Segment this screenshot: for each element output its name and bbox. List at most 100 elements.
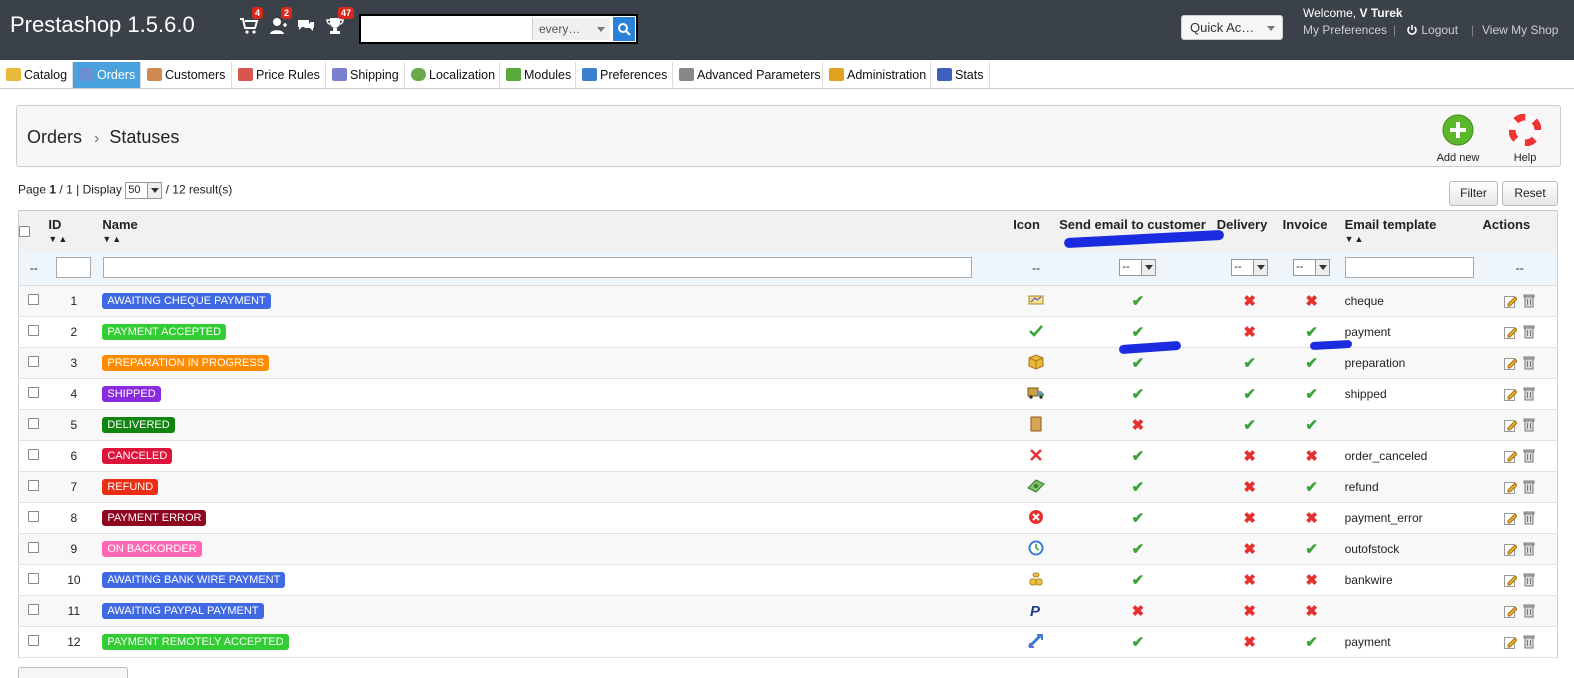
filter-delivery-select[interactable]: --: [1231, 259, 1269, 277]
edit-icon[interactable]: [1503, 542, 1518, 557]
row-checkbox[interactable]: [28, 418, 40, 429]
row-checkbox[interactable]: [28, 635, 40, 646]
filter-id-input[interactable]: [56, 257, 92, 279]
reset-button[interactable]: Reset: [1502, 181, 1558, 206]
delete-icon[interactable]: [1523, 294, 1536, 308]
delete-icon[interactable]: [1523, 418, 1536, 432]
row-checkbox[interactable]: [28, 542, 40, 553]
delete-icon[interactable]: [1523, 356, 1536, 370]
row-delivery[interactable]: ✖: [1216, 471, 1283, 503]
edit-icon[interactable]: [1503, 418, 1518, 433]
delete-icon[interactable]: [1523, 542, 1536, 556]
table-row[interactable]: 5 DELIVERED ✖ ✔ ✔: [18, 409, 1558, 441]
row-delivery[interactable]: ✖: [1216, 316, 1283, 348]
table-row[interactable]: 6 CANCELED ✔ ✖ ✖ order_canceled: [18, 440, 1558, 472]
orders-notification[interactable]: 4: [239, 7, 264, 38]
tab-advanced-parameters[interactable]: Advanced Parameters: [673, 62, 823, 88]
sort-arrows[interactable]: ▼▲: [102, 234, 1013, 244]
row-send-email[interactable]: ✔: [1059, 471, 1217, 503]
table-row[interactable]: 7 REFUND ✔ ✖ ✔ refund: [18, 471, 1558, 503]
row-delivery[interactable]: ✔: [1216, 347, 1283, 379]
edit-icon[interactable]: [1503, 480, 1518, 495]
table-row[interactable]: 9 ON BACKORDER ✔ ✖ ✔ outofstock: [18, 533, 1558, 565]
filter-name-input[interactable]: [103, 257, 973, 279]
row-delivery[interactable]: ✔: [1216, 378, 1283, 410]
tab-price-rules[interactable]: Price Rules: [232, 62, 326, 88]
breadcrumb-parent[interactable]: Orders: [27, 127, 82, 147]
table-row[interactable]: 12 PAYMENT REMOTELY ACCEPTED ✔ ✖ ✔ payment: [18, 626, 1558, 658]
row-delivery[interactable]: ✖: [1216, 533, 1283, 565]
edit-icon[interactable]: [1503, 449, 1518, 464]
delete-icon[interactable]: [1523, 387, 1536, 401]
table-row[interactable]: 8 PAYMENT ERROR ✔ ✖ ✖ payment_error: [18, 502, 1558, 534]
row-checkbox[interactable]: [28, 449, 40, 460]
row-invoice[interactable]: ✔: [1282, 533, 1341, 565]
view-shop-link[interactable]: View My Shop: [1482, 23, 1558, 37]
delete-icon[interactable]: [1523, 480, 1536, 494]
row-send-email[interactable]: ✔: [1059, 378, 1217, 410]
row-delivery[interactable]: ✔: [1216, 409, 1283, 441]
achievements-notification[interactable]: 47: [325, 7, 355, 38]
edit-icon[interactable]: [1503, 356, 1518, 371]
row-invoice[interactable]: ✖: [1282, 595, 1341, 627]
table-row[interactable]: 1 AWAITING CHEQUE PAYMENT ✔ ✖ ✖ cheque: [18, 285, 1558, 317]
row-invoice[interactable]: ✔: [1282, 347, 1341, 379]
delete-icon[interactable]: [1523, 604, 1536, 618]
messages-notification[interactable]: [296, 16, 318, 38]
select-all-checkbox[interactable]: [19, 226, 30, 237]
filter-send-email-select[interactable]: --: [1119, 259, 1157, 277]
tab-modules[interactable]: Modules: [500, 62, 576, 88]
row-checkbox[interactable]: [28, 511, 40, 522]
row-invoice[interactable]: ✔: [1282, 409, 1341, 441]
row-send-email[interactable]: ✖: [1059, 595, 1217, 627]
table-row[interactable]: 10 AWAITING BANK WIRE PAYMENT ✔ ✖ ✖ bankwire: [18, 564, 1558, 596]
delete-icon[interactable]: [1523, 635, 1536, 649]
row-send-email[interactable]: ✔: [1059, 533, 1217, 565]
row-invoice[interactable]: ✔: [1282, 626, 1341, 658]
table-row[interactable]: 4 SHIPPED ✔ ✔ ✔ shipped: [18, 378, 1558, 410]
filter-invoice-select[interactable]: --: [1293, 259, 1331, 277]
row-checkbox[interactable]: [28, 604, 40, 615]
row-invoice[interactable]: ✖: [1282, 440, 1341, 472]
bulk-actions-button[interactable]: [18, 667, 128, 678]
edit-icon[interactable]: [1503, 604, 1518, 619]
row-invoice[interactable]: ✖: [1282, 285, 1341, 317]
tab-shipping[interactable]: Shipping: [326, 62, 405, 88]
edit-icon[interactable]: [1503, 511, 1518, 526]
row-delivery[interactable]: ✖: [1216, 626, 1283, 658]
table-row[interactable]: 11 AWAITING PAYPAL PAYMENT P ✖ ✖ ✖: [18, 595, 1558, 627]
row-invoice[interactable]: ✖: [1282, 502, 1341, 534]
row-send-email[interactable]: ✔: [1059, 502, 1217, 534]
tab-customers[interactable]: Customers: [141, 62, 232, 88]
table-row[interactable]: 3 PREPARATION IN PROGRESS ✔ ✔ ✔ preparation: [18, 347, 1558, 379]
row-delivery[interactable]: ✖: [1216, 595, 1283, 627]
row-delivery[interactable]: ✖: [1216, 564, 1283, 596]
help-button[interactable]: Help: [1507, 113, 1543, 164]
row-send-email[interactable]: ✔: [1059, 285, 1217, 317]
edit-icon[interactable]: [1503, 387, 1518, 402]
row-checkbox[interactable]: [28, 480, 40, 491]
row-send-email[interactable]: ✔: [1059, 564, 1217, 596]
quick-access-select[interactable]: Quick Ac…: [1181, 15, 1283, 40]
filter-button[interactable]: Filter: [1449, 181, 1498, 206]
sort-arrows[interactable]: ▼▲: [1345, 234, 1483, 244]
tab-stats[interactable]: Stats: [931, 62, 990, 88]
row-checkbox[interactable]: [28, 325, 40, 336]
delete-icon[interactable]: [1523, 573, 1536, 587]
my-preferences-link[interactable]: My Preferences: [1303, 23, 1387, 37]
edit-icon[interactable]: [1503, 635, 1518, 650]
row-checkbox[interactable]: [28, 573, 40, 584]
row-checkbox[interactable]: [28, 294, 40, 305]
row-delivery[interactable]: ✖: [1216, 285, 1283, 317]
tab-orders[interactable]: Orders: [73, 62, 141, 88]
edit-icon[interactable]: [1503, 573, 1518, 588]
customers-notification[interactable]: 2: [268, 7, 293, 38]
row-invoice[interactable]: ✔: [1282, 378, 1341, 410]
row-checkbox[interactable]: [28, 356, 40, 367]
row-delivery[interactable]: ✖: [1216, 502, 1283, 534]
search-button[interactable]: [613, 17, 635, 41]
row-invoice[interactable]: ✖: [1282, 564, 1341, 596]
filter-template-input[interactable]: [1344, 257, 1474, 279]
row-send-email[interactable]: ✔: [1059, 626, 1217, 658]
tab-catalog[interactable]: Catalog: [0, 62, 73, 88]
